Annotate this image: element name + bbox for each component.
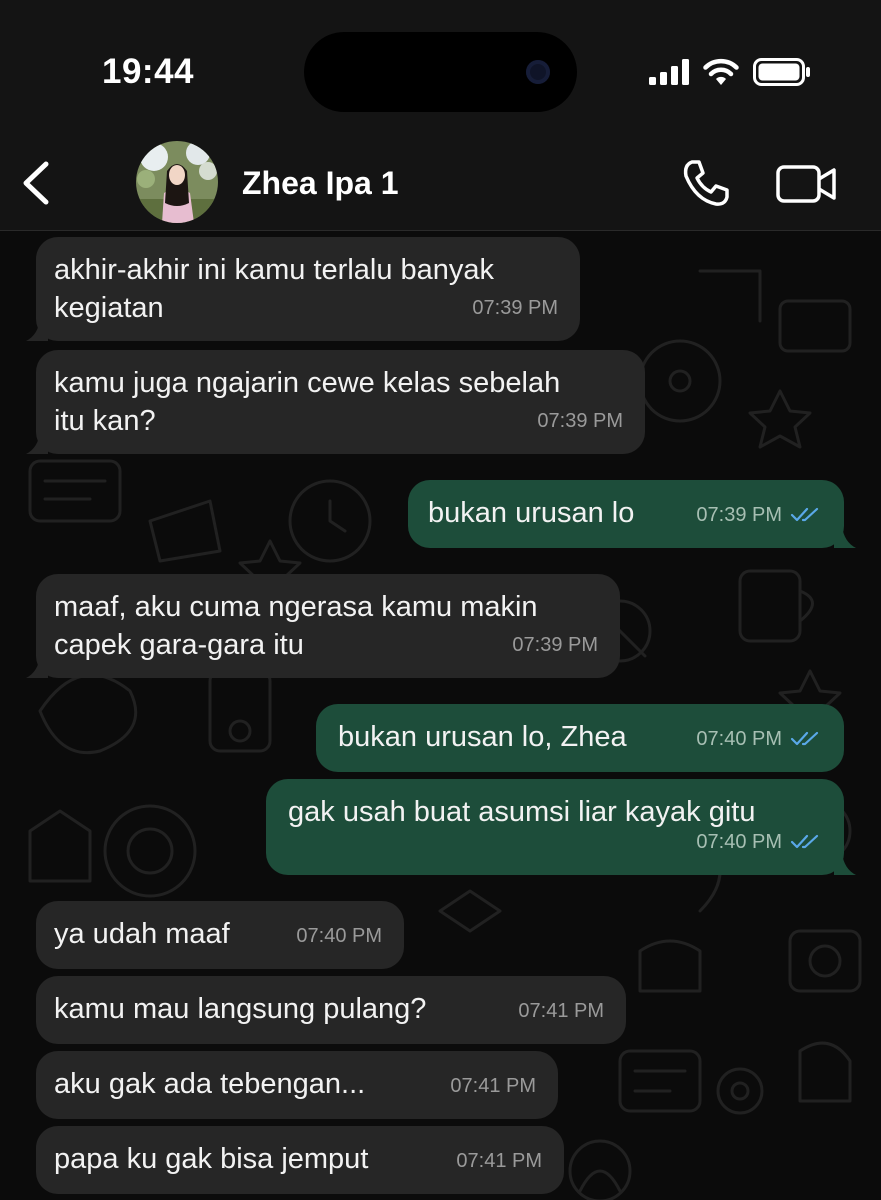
message-meta: 07:39 PM	[696, 496, 822, 534]
bubble-tail	[26, 319, 48, 341]
message-time: 07:41 PM	[450, 1075, 536, 1097]
message-meta: 07:41 PM	[456, 1142, 542, 1180]
message-bubble-outgoing[interactable]: bukan urusan lo, Zhea 07:40 PM	[316, 704, 844, 772]
message-bubble-incoming[interactable]: kamu juga ngajarin cewe kelas sebelah it…	[26, 350, 645, 454]
camera-icon	[526, 60, 550, 84]
status-time: 19:44	[102, 52, 195, 91]
message-bubble-incoming[interactable]: ya udah maaf 07:40 PM	[36, 901, 404, 969]
double-check-icon	[790, 731, 819, 746]
chat-header: Zhea Ipa 1	[0, 130, 881, 231]
battery-icon	[753, 58, 810, 86]
message-time: 07:41 PM	[456, 1150, 542, 1172]
message-time: 07:39 PM	[696, 504, 782, 526]
dynamic-island	[304, 32, 577, 112]
message-time: 07:39 PM	[537, 410, 623, 432]
bubble-tail	[26, 656, 48, 678]
video-camera-icon[interactable]	[776, 164, 838, 204]
message-time: 07:39 PM	[512, 634, 598, 656]
message-meta: 07:39 PM	[512, 626, 598, 664]
message-meta: 07:40 PM	[696, 823, 822, 861]
message-meta: 07:41 PM	[450, 1067, 536, 1105]
message-bubble-outgoing[interactable]: bukan urusan lo 07:39 PM	[408, 480, 856, 548]
message-bubble-incoming[interactable]: maaf, aku cuma ngerasa kamu makin capek …	[26, 574, 620, 678]
message-bubble-incoming[interactable]: aku gak ada tebengan... 07:41 PM	[36, 1051, 558, 1119]
message-meta: 07:39 PM	[472, 289, 558, 327]
double-check-icon	[790, 507, 819, 522]
message-bubble-outgoing[interactable]: gak usah buat asumsi liar kayak gitu 07:…	[266, 779, 856, 875]
message-time: 07:41 PM	[518, 1000, 604, 1022]
status-bar: 19:44	[0, 0, 881, 130]
message-meta: 07:40 PM	[696, 720, 822, 758]
message-bubble-incoming[interactable]: papa ku gak bisa jemput 07:41 PM	[36, 1126, 564, 1194]
bubble-tail	[834, 526, 856, 548]
wifi-icon	[703, 58, 739, 85]
message-time: 07:39 PM	[472, 297, 558, 319]
signal-icon	[649, 59, 689, 85]
chat-area[interactable]: akhir-akhir ini kamu terlalu banyak kegi…	[0, 231, 881, 1200]
avatar-photo	[136, 141, 218, 223]
message-time: 07:40 PM	[696, 831, 782, 853]
bubble-tail	[834, 853, 856, 875]
message-time: 07:40 PM	[696, 728, 782, 750]
bubble-tail	[26, 432, 48, 454]
back-chevron-icon[interactable]	[18, 160, 58, 206]
message-meta: 07:39 PM	[537, 402, 623, 440]
phone-icon[interactable]	[680, 158, 730, 208]
contact-name[interactable]: Zhea Ipa 1	[242, 165, 399, 202]
message-bubble-incoming[interactable]: kamu mau langsung pulang? 07:41 PM	[36, 976, 626, 1044]
message-meta: 07:41 PM	[518, 992, 604, 1030]
message-bubble-incoming[interactable]: akhir-akhir ini kamu terlalu banyak kegi…	[26, 237, 580, 341]
status-icons	[649, 58, 811, 86]
message-time: 07:40 PM	[296, 925, 382, 947]
message-meta: 07:40 PM	[296, 917, 382, 955]
double-check-icon	[790, 834, 819, 849]
avatar[interactable]	[136, 141, 218, 223]
